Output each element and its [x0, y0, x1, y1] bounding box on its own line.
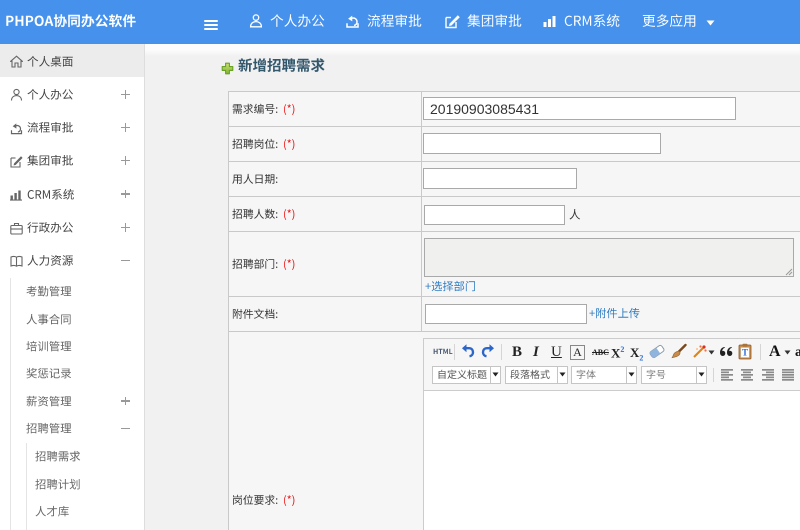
svg-text:T: T: [742, 348, 748, 358]
